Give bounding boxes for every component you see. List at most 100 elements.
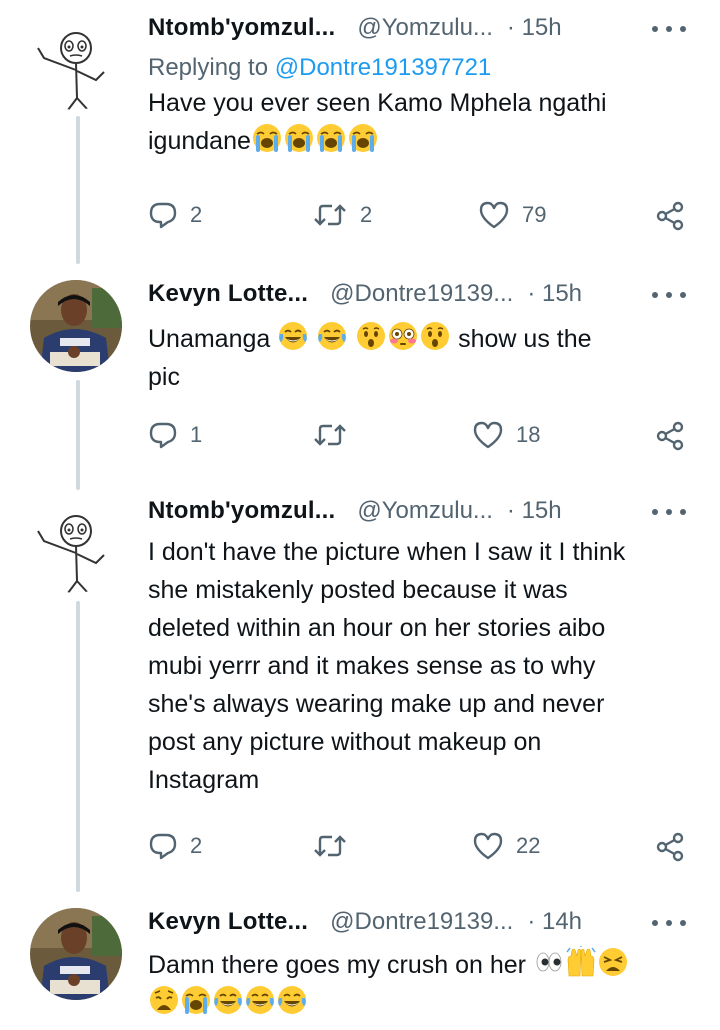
share-button[interactable] — [654, 420, 686, 452]
retweet-icon — [312, 200, 348, 230]
reply-thread: Ntomb'yomzul... @Yomzulu... · 15h Replyi… — [0, 0, 720, 1030]
tweet[interactable]: Kevyn Lotte... @Dontre19139... · 14h Dam… — [0, 908, 720, 1030]
reply-icon — [148, 831, 178, 861]
tweet-text-line: igundane — [148, 122, 694, 160]
tweet-body: Ntomb'yomzul... @Yomzulu... · 15h I don'… — [148, 497, 694, 799]
like-button[interactable]: 22 — [472, 831, 540, 861]
more-options-icon[interactable] — [652, 497, 686, 527]
more-options-icon[interactable] — [652, 14, 686, 44]
like-button[interactable]: 18 — [472, 420, 540, 450]
tweet-text-line: post any picture without makeup on — [148, 728, 542, 756]
avatar[interactable] — [30, 18, 122, 110]
loudly-crying-face-icon — [347, 122, 379, 154]
tweet-text: Damn there goes my crush on her — [148, 946, 694, 1022]
user-handle[interactable]: @Dontre19139... — [330, 280, 513, 308]
tweet-text-line: Instagram — [148, 766, 260, 794]
retweet-button[interactable]: 2 — [312, 200, 372, 230]
tweet-text-line: she mistakenly posted because it was — [148, 576, 568, 604]
heart-icon — [472, 831, 504, 861]
tweet-text-line: Have you ever seen Kamo Mphela ngathi — [148, 89, 607, 117]
face-with-tears-of-joy-icon — [244, 984, 276, 1016]
display-name[interactable]: Ntomb'yomzul... — [148, 497, 335, 525]
more-options-icon[interactable] — [652, 908, 686, 938]
tweet-text-start: Damn there goes my crush on her — [148, 951, 526, 979]
tired-face-icon — [597, 946, 629, 978]
replying-to: Replying to @Dontre191397721 — [148, 54, 694, 82]
timestamp[interactable]: · 15h — [507, 14, 562, 42]
replying-to-mention[interactable]: @Dontre191397721 — [275, 54, 492, 81]
reply-icon — [148, 420, 178, 450]
like-count: 79 — [522, 202, 547, 227]
tweet[interactable]: Ntomb'yomzul... @Yomzulu... · 15h Replyi… — [0, 14, 720, 264]
tweet-text-line: deleted within an hour on her stories ai… — [148, 614, 606, 642]
tweet-actions: 2 2 79 — [0, 200, 720, 236]
tweet-header: Ntomb'yomzul... @Yomzulu... · 15h — [148, 497, 694, 531]
reply-count: 2 — [190, 833, 203, 858]
more-options-icon[interactable] — [652, 280, 686, 310]
like-button[interactable]: 79 — [478, 200, 546, 230]
tweet-text-line: Unamanga show us the — [148, 320, 694, 358]
avatar-column — [30, 501, 126, 593]
tweet-text: Unamanga show us the pic — [148, 320, 694, 396]
thread-line — [76, 116, 80, 264]
heart-icon — [472, 420, 504, 450]
tweet-text-end: show us the — [458, 325, 592, 353]
retweet-icon — [312, 420, 348, 450]
tweet-text-line: she's always wearing make up and never — [148, 690, 605, 718]
tweet[interactable]: Ntomb'yomzul... @Yomzulu... · 15h I don'… — [0, 497, 720, 892]
share-icon — [654, 200, 686, 232]
tweet-actions: 1 18 — [0, 420, 720, 456]
tweet-actions: 2 22 — [0, 831, 720, 867]
display-name[interactable]: Kevyn Lotte... — [148, 280, 308, 308]
retweet-button[interactable] — [312, 831, 360, 861]
eyes-icon — [533, 946, 565, 978]
face-with-tears-of-joy-icon — [276, 984, 308, 1016]
share-button[interactable] — [654, 200, 686, 232]
raising-hands-icon — [565, 946, 597, 978]
loudly-crying-face-icon — [251, 122, 283, 154]
face-with-tears-of-joy-icon — [277, 320, 309, 352]
tweet[interactable]: Kevyn Lotte... @Dontre19139... · 15h Una… — [0, 280, 720, 490]
reply-button[interactable]: 2 — [148, 831, 202, 861]
tweet-text-line — [148, 984, 694, 1022]
tweet-body: Kevyn Lotte... @Dontre19139... · 15h Una… — [148, 280, 694, 396]
hushed-face-icon — [419, 320, 451, 352]
face-with-tears-of-joy-icon — [212, 984, 244, 1016]
loudly-crying-face-icon — [315, 122, 347, 154]
hushed-face-icon — [355, 320, 387, 352]
tweet-text: I don't have the picture when I saw it I… — [148, 533, 694, 799]
tweet-text-line: I don't have the picture when I saw it I… — [148, 538, 626, 566]
tweet-body: Ntomb'yomzul... @Yomzulu... · 15h Replyi… — [148, 14, 694, 160]
retweet-icon — [312, 831, 348, 861]
share-button[interactable] — [654, 831, 686, 863]
user-handle[interactable]: @Dontre19139... — [330, 908, 513, 936]
timestamp[interactable]: · 15h — [507, 497, 562, 525]
retweet-button[interactable] — [312, 420, 360, 450]
tweet-text-line: Damn there goes my crush on her — [148, 946, 694, 984]
tweet-body: Kevyn Lotte... @Dontre19139... · 14h Dam… — [148, 908, 694, 1022]
replying-to-label: Replying to — [148, 54, 275, 81]
tweet-text-line: igundane — [148, 127, 251, 155]
reply-button[interactable]: 2 — [148, 200, 202, 230]
timestamp[interactable]: · 15h — [527, 280, 582, 308]
avatar[interactable] — [30, 280, 122, 372]
weary-face-icon — [148, 984, 180, 1016]
timestamp[interactable]: · 14h — [527, 908, 582, 936]
display-name[interactable]: Ntomb'yomzul... — [148, 14, 335, 42]
like-count: 22 — [516, 833, 541, 858]
tweet-header: Ntomb'yomzul... @Yomzulu... · 15h — [148, 14, 694, 48]
flushed-face-icon — [387, 320, 419, 352]
face-with-tears-of-joy-icon — [316, 320, 348, 352]
user-handle[interactable]: @Yomzulu... — [357, 14, 493, 42]
avatar[interactable] — [30, 501, 122, 593]
share-icon — [654, 420, 686, 452]
avatar-column — [30, 280, 126, 372]
user-handle[interactable]: @Yomzulu... — [357, 497, 493, 525]
loudly-crying-face-icon — [283, 122, 315, 154]
avatar[interactable] — [30, 908, 122, 1000]
avatar-column — [30, 18, 126, 110]
reply-count: 2 — [190, 202, 203, 227]
reply-count: 1 — [190, 422, 203, 447]
reply-button[interactable]: 1 — [148, 420, 202, 450]
display-name[interactable]: Kevyn Lotte... — [148, 908, 308, 936]
